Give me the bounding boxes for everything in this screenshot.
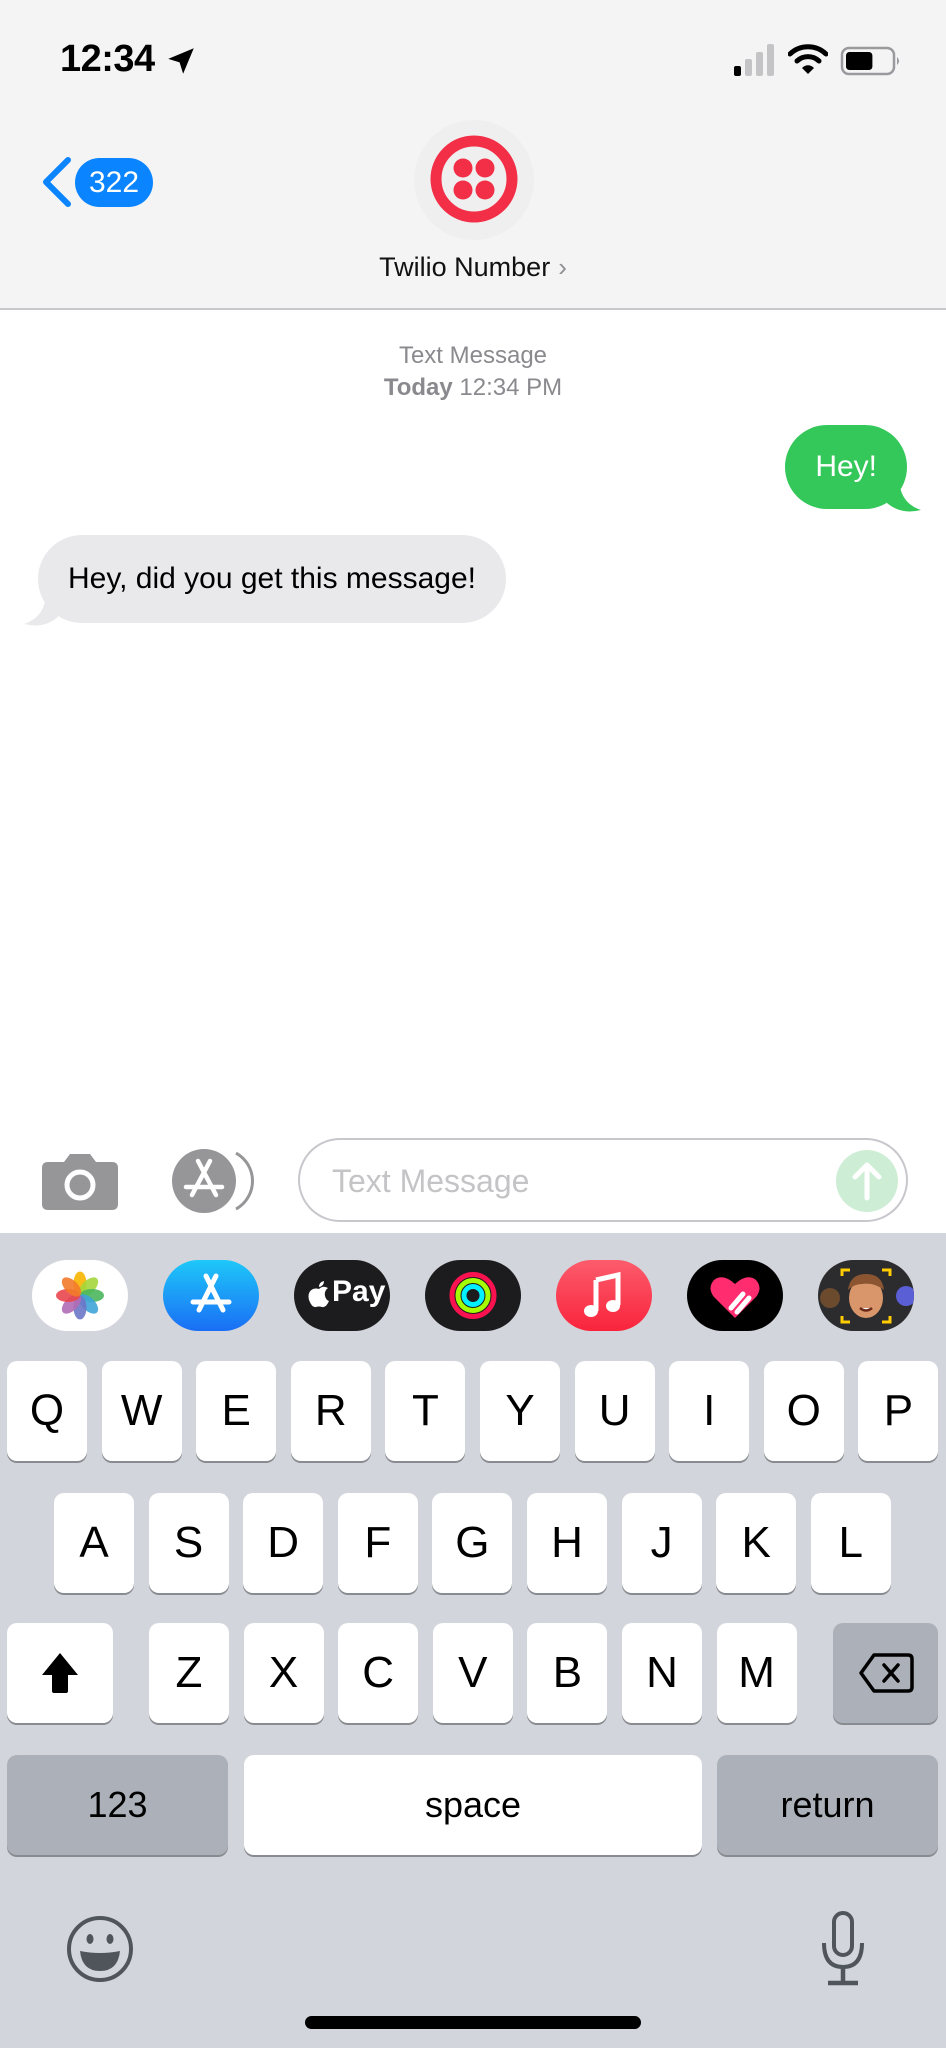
- key-o[interactable]: O: [763, 1361, 844, 1461]
- app-photos[interactable]: [32, 1260, 128, 1331]
- app-store-icon[interactable]: [170, 1149, 256, 1213]
- chevron-left-icon: [43, 157, 71, 207]
- key-x[interactable]: X: [243, 1623, 324, 1723]
- incoming-message-bubble[interactable]: Hey, did you get this message!: [24, 535, 506, 626]
- signal-strength-icon: [734, 44, 774, 76]
- location-arrow-icon: [168, 48, 194, 74]
- back-button[interactable]: 322: [36, 150, 161, 214]
- signal-bar: [734, 66, 741, 76]
- key-r[interactable]: R: [290, 1361, 371, 1461]
- heart-touch-icon: [710, 1277, 760, 1318]
- timestamp-day: Today: [383, 374, 453, 401]
- app-apple-pay[interactable]: Pay: [294, 1260, 390, 1331]
- send-button[interactable]: [836, 1150, 898, 1212]
- key-h[interactable]: H: [527, 1493, 607, 1593]
- numbers-key[interactable]: 123: [7, 1755, 228, 1855]
- key-t[interactable]: T: [385, 1361, 466, 1461]
- key-f[interactable]: F: [337, 1493, 418, 1593]
- timestamp: Today 12:34 PM: [0, 372, 946, 404]
- key-c[interactable]: C: [338, 1623, 419, 1723]
- key-q[interactable]: Q: [7, 1361, 87, 1461]
- home-indicator[interactable]: [305, 2016, 641, 2029]
- apple-pay-label: Pay: [332, 1275, 386, 1308]
- message-text: Hey, did you get this message!: [68, 562, 476, 595]
- key-u[interactable]: U: [574, 1361, 655, 1461]
- message-input-container: [298, 1138, 908, 1222]
- twilio-logo-icon: [430, 135, 518, 223]
- delete-icon: [858, 1653, 914, 1693]
- delete-key[interactable]: [833, 1623, 938, 1723]
- key-n[interactable]: N: [622, 1623, 702, 1723]
- return-key[interactable]: return: [717, 1755, 938, 1855]
- navigation-header: 12:34 322 Twilio Number ›: [0, 0, 946, 310]
- key-k[interactable]: K: [716, 1493, 797, 1593]
- key-i[interactable]: I: [669, 1361, 750, 1461]
- app-digital-touch[interactable]: [687, 1260, 783, 1331]
- key-p[interactable]: P: [858, 1361, 939, 1461]
- timestamp-time: 12:34 PM: [459, 374, 563, 401]
- status-time: 12:34: [60, 38, 155, 80]
- contact-avatar[interactable]: [414, 120, 534, 240]
- microphone-icon[interactable]: [818, 1911, 868, 1987]
- chevron-right-icon: ›: [558, 252, 567, 282]
- key-w[interactable]: W: [101, 1361, 182, 1461]
- key-b[interactable]: B: [527, 1623, 608, 1723]
- key-y[interactable]: Y: [480, 1361, 560, 1461]
- key-z[interactable]: Z: [149, 1623, 229, 1723]
- app-store-icon: [190, 1273, 232, 1313]
- bubble-tail: [887, 477, 921, 512]
- battery-icon: [840, 46, 899, 76]
- shift-key[interactable]: [7, 1623, 113, 1723]
- message-text: Hey!: [815, 450, 877, 483]
- shift-icon: [42, 1653, 78, 1693]
- camera-icon[interactable]: [42, 1152, 118, 1210]
- message-meta: Text Message Today 12:34 PM: [0, 340, 946, 404]
- wifi-icon: [788, 44, 828, 74]
- signal-bar: [756, 52, 763, 76]
- key-j[interactable]: J: [621, 1493, 702, 1593]
- emoji-icon[interactable]: [66, 1915, 134, 1983]
- space-key[interactable]: space: [244, 1755, 702, 1855]
- memoji-icon: [820, 1268, 914, 1324]
- key-v[interactable]: V: [432, 1623, 513, 1723]
- activity-rings-icon: [449, 1272, 497, 1319]
- keyboard: Pay QWERTYUIOP ASDFG H J K L Z X C V B N…: [0, 1233, 946, 2048]
- app-activity[interactable]: [425, 1260, 521, 1331]
- key-g[interactable]: G: [432, 1493, 513, 1593]
- key-e[interactable]: E: [196, 1361, 277, 1461]
- app-music[interactable]: [556, 1260, 652, 1331]
- app-memoji[interactable]: [818, 1260, 914, 1331]
- apple-logo-icon: [308, 1281, 329, 1308]
- signal-bar: [767, 44, 774, 76]
- arrow-up-icon: [852, 1162, 882, 1201]
- unread-count-badge: 322: [75, 158, 153, 207]
- bubble-tail: [24, 591, 58, 626]
- key-s[interactable]: S: [148, 1493, 229, 1593]
- key-l[interactable]: L: [810, 1493, 891, 1593]
- outgoing-message-bubble[interactable]: Hey!: [785, 425, 921, 512]
- contact-name: Twilio Number: [379, 252, 551, 282]
- key-m[interactable]: M: [716, 1623, 797, 1723]
- contact-name-button[interactable]: Twilio Number ›: [0, 252, 946, 283]
- music-note-icon: [584, 1271, 621, 1317]
- service-label: Text Message: [398, 342, 548, 369]
- key-d[interactable]: D: [243, 1493, 324, 1593]
- app-app-store[interactable]: [163, 1260, 259, 1331]
- photos-icon: [56, 1271, 104, 1320]
- message-input[interactable]: [330, 1152, 814, 1210]
- signal-bar: [745, 59, 752, 76]
- key-a[interactable]: A: [54, 1493, 134, 1593]
